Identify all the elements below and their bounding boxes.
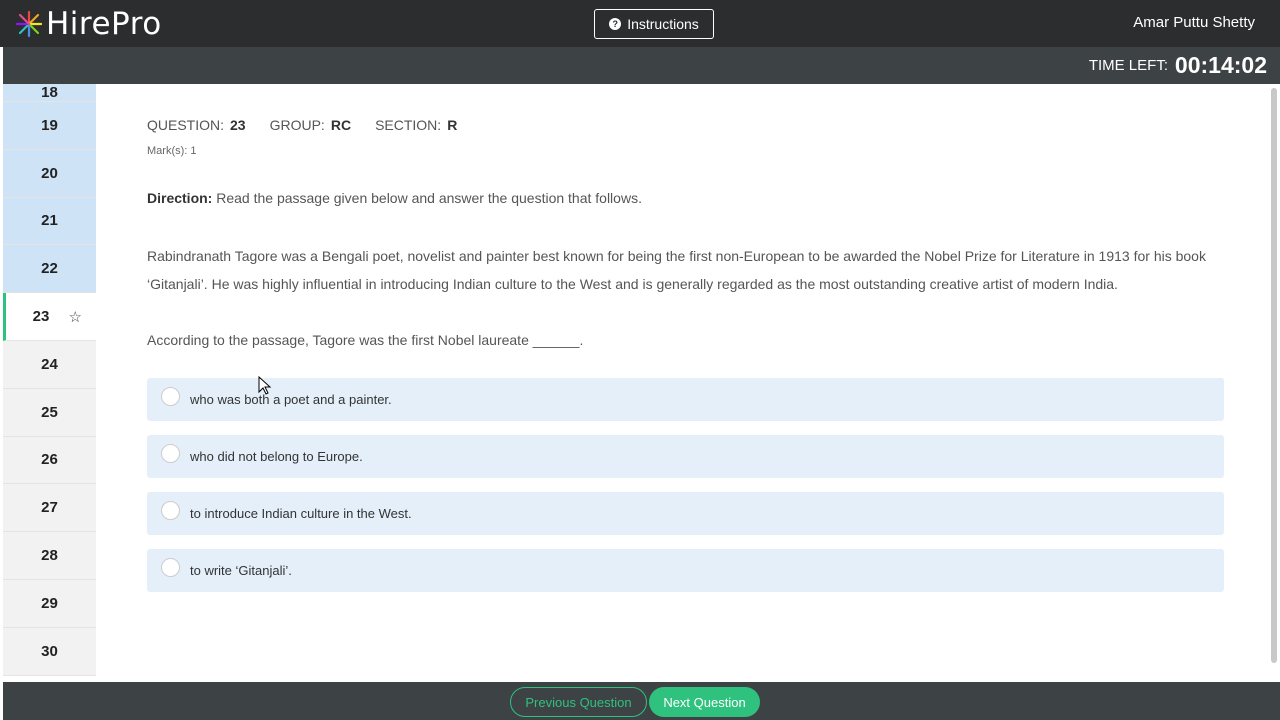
question-nav-item-30[interactable]: 30 (3, 627, 96, 676)
question-circle-icon: ? (609, 18, 622, 30)
question-nav-number: 28 (41, 547, 58, 565)
instructions-label: Instructions (627, 16, 699, 32)
direction-text: Direction: Read the passage given below … (147, 190, 642, 206)
question-nav-number: 27 (41, 499, 58, 517)
scrollbar[interactable] (1271, 88, 1277, 663)
question-nav-number: 26 (41, 451, 58, 469)
option-label: who did not belong to Europe. (190, 449, 363, 464)
question-navigator: 18 19 20 21 22 23 ☆ 24 25 26 27 28 29 30 (3, 84, 96, 682)
question-nav-item-23[interactable]: 23 ☆ (3, 293, 96, 341)
section-label: SECTION: (375, 117, 442, 133)
group-field: GROUP: RC (270, 117, 351, 133)
next-question-button[interactable]: Next Question (649, 687, 760, 717)
section-value: R (447, 117, 458, 133)
option-label: to write ‘Gitanjali’. (190, 563, 292, 578)
question-number-field: QUESTION: 23 (147, 117, 246, 133)
logo-star-icon (15, 10, 43, 38)
marks-text: Mark(s): 1 (147, 145, 197, 157)
time-left-label: TIME LEFT: (1088, 57, 1168, 74)
question-nav-item-21[interactable]: 21 (3, 197, 96, 246)
option-2[interactable]: who did not belong to Europe. (147, 435, 1224, 478)
question-nav-number: 30 (41, 642, 58, 660)
question-nav-number: 23 (32, 308, 50, 326)
radio-button[interactable] (161, 444, 180, 463)
radio-button[interactable] (161, 558, 180, 577)
direction-label: Direction: (147, 190, 213, 206)
question-nav-item-18[interactable]: 18 (3, 84, 96, 102)
question-nav-item-28[interactable]: 28 (3, 532, 96, 580)
question-number: 23 (230, 117, 246, 133)
group-label: GROUP: (269, 117, 325, 133)
timer-bar: TIME LEFT: 00:14:02 (3, 47, 1280, 84)
hirepro-logo: HirePro (14, 6, 162, 42)
top-bar: HirePro ? Instructions Amar Puttu Shetty (0, 0, 1280, 47)
question-nav-item-24[interactable]: 24 (3, 340, 96, 389)
option-4[interactable]: to write ‘Gitanjali’. (147, 549, 1224, 592)
question-label: QUESTION: (147, 117, 225, 133)
question-nav-item-26[interactable]: 26 (3, 436, 96, 485)
question-nav-number: 21 (41, 212, 58, 230)
option-3[interactable]: to introduce Indian culture in the West. (147, 492, 1224, 535)
option-1[interactable]: who was both a poet and a painter. (147, 378, 1224, 421)
option-label: who was both a poet and a painter. (190, 392, 392, 407)
bottom-bar: Previous Question Next Question (3, 682, 1280, 720)
question-nav-item-29[interactable]: 29 (3, 579, 96, 628)
question-nav-item-25[interactable]: 25 (3, 388, 96, 437)
option-label: to introduce Indian culture in the West. (190, 506, 412, 521)
radio-button[interactable] (161, 387, 180, 406)
passage-text: Rabindranath Tagore was a Bengali poet, … (147, 248, 1206, 292)
question-nav-number: 18 (41, 84, 58, 101)
time-left-value: 00:14:02 (1174, 52, 1267, 78)
question-nav-item-20[interactable]: 20 (3, 149, 96, 198)
direction-body: Read the passage given below and answer … (212, 190, 642, 206)
question-nav-number: 19 (41, 116, 58, 134)
bookmark-star-icon[interactable]: ☆ (69, 308, 82, 326)
radio-button[interactable] (161, 501, 180, 520)
question-nav-number: 25 (41, 403, 58, 421)
question-nav-number: 22 (41, 260, 58, 278)
question-nav-number: 29 (41, 594, 58, 612)
mouse-cursor-icon (258, 376, 272, 395)
question-nav-number: 24 (41, 355, 58, 373)
section-field: SECTION: R (375, 117, 457, 133)
question-nav-item-27[interactable]: 27 (3, 484, 96, 533)
question-nav-item-22[interactable]: 22 (3, 245, 96, 294)
question-meta: QUESTION: 23 GROUP: RC SECTION: R (147, 117, 457, 133)
question-nav-number: 20 (41, 164, 58, 182)
question-nav-item-19[interactable]: 19 (3, 102, 96, 150)
instructions-button[interactable]: ? Instructions (594, 9, 714, 39)
group-value: RC (330, 117, 352, 133)
previous-question-button[interactable]: Previous Question (510, 687, 647, 717)
question-prompt: According to the passage, Tagore was the… (147, 332, 584, 348)
logo-text: HirePro (46, 6, 162, 42)
user-name: Amar Puttu Shetty (1133, 14, 1255, 31)
